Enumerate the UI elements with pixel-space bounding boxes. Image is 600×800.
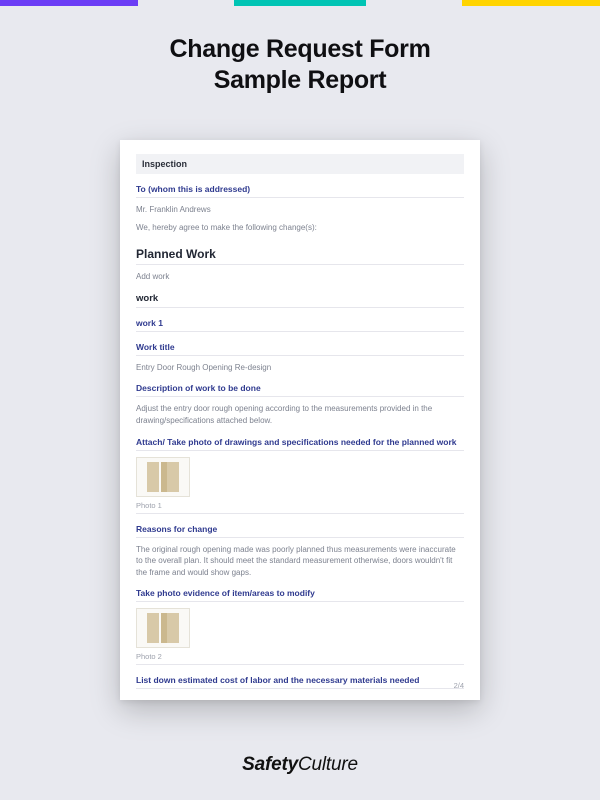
divider: [136, 450, 464, 451]
cost-label: List down estimated cost of labor and th…: [136, 675, 464, 685]
top-accent-bar: [0, 0, 600, 6]
page-title-line2: Sample Report: [214, 66, 387, 94]
reasons-label: Reasons for change: [136, 524, 464, 534]
work-title-value: Entry Door Rough Opening Re-design: [136, 362, 464, 374]
work-title-label: Work title: [136, 342, 464, 352]
description-label: Description of work to be done: [136, 383, 464, 393]
drawing-thumbnail-2: [136, 608, 190, 648]
divider: [136, 688, 464, 689]
photo2-caption: Photo 2: [136, 652, 464, 661]
divider: [136, 537, 464, 538]
accent-gap: [366, 0, 462, 6]
page-title-line1: Change Request Form: [170, 35, 431, 63]
brand-bold: Safety: [242, 754, 298, 775]
accent-purple: [0, 0, 138, 6]
photo1-caption: Photo 1: [136, 501, 464, 510]
attach-photo-label: Attach/ Take photo of drawings and speci…: [136, 437, 464, 447]
evidence-photo-label: Take photo evidence of item/areas to mod…: [136, 588, 464, 598]
section-heading-planned-work: Planned Work: [136, 247, 464, 261]
brand-light: Culture: [298, 754, 358, 775]
divider: [136, 396, 464, 397]
divider: [136, 307, 464, 308]
to-value: Mr. Franklin Andrews: [136, 204, 464, 216]
divider: [136, 601, 464, 602]
page-number: 2/4: [454, 681, 464, 690]
divider: [136, 664, 464, 665]
agree-text: We, hereby agree to make the following c…: [136, 222, 464, 234]
work1-label: work 1: [136, 318, 464, 328]
divider: [136, 264, 464, 265]
to-label: To (whom this is addressed): [136, 184, 464, 194]
drawing-thumbnail-1: [136, 457, 190, 497]
divider: [136, 197, 464, 198]
accent-yellow: [462, 0, 600, 6]
brand-logo: SafetyCulture: [0, 754, 600, 776]
accent-teal: [234, 0, 366, 6]
sample-report-page: Inspection To (whom this is addressed) M…: [120, 140, 480, 700]
accent-gap: [138, 0, 234, 6]
description-value: Adjust the entry door rough opening acco…: [136, 403, 464, 426]
divider: [136, 513, 464, 514]
divider: [136, 331, 464, 332]
sub-heading-work: work: [136, 293, 464, 304]
page-title: Change Request Form Sample Report: [0, 0, 600, 97]
section-banner-inspection: Inspection: [136, 154, 464, 174]
add-work-text: Add work: [136, 271, 464, 283]
reasons-value: The original rough opening made was poor…: [136, 544, 464, 579]
divider: [136, 355, 464, 356]
